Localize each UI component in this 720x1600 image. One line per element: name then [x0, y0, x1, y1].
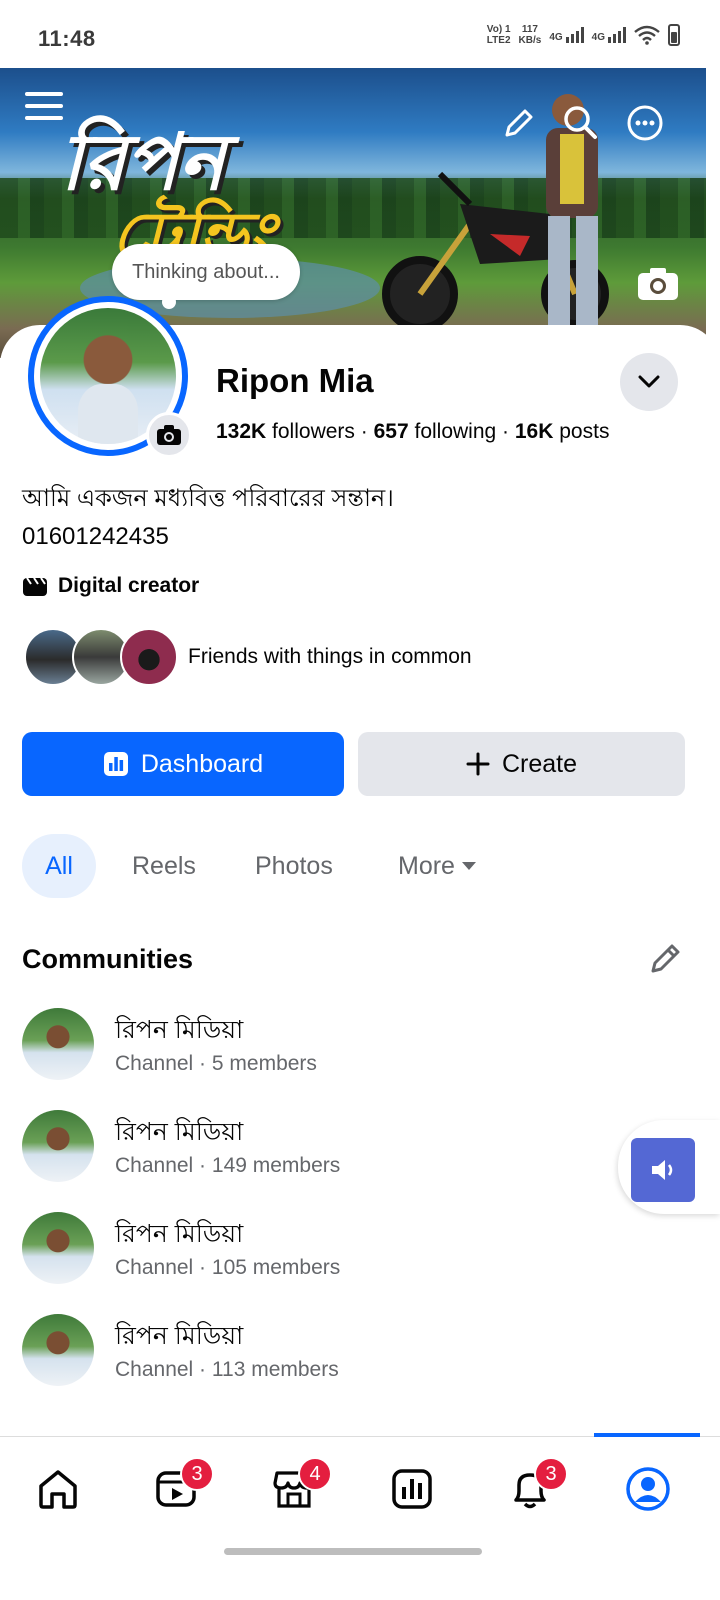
community-meta: Channel · 105 members	[115, 1256, 341, 1279]
home-indicator[interactable]	[224, 1548, 482, 1555]
status-time: 11:48	[38, 26, 96, 51]
friends-in-common[interactable]: Friends with things in common	[24, 628, 472, 686]
dashboard-icon	[103, 752, 128, 776]
chevron-down-icon	[638, 375, 660, 388]
list-item[interactable]: রিপন মিডিয়া Channel · 149 members	[22, 1110, 622, 1190]
edit-communities-icon[interactable]	[648, 942, 684, 978]
network-speed: 117 KB/s	[518, 24, 542, 46]
notifications-badge: 3	[534, 1457, 568, 1491]
home-icon	[39, 1470, 77, 1509]
status-bar: 11:48 Vo) 1 LTE2 117 KB/s 4G 4G	[0, 0, 720, 68]
followers-count[interactable]: 132K	[216, 420, 266, 443]
bio-phone: 01601242435	[22, 523, 169, 550]
dashboard-label: Dashboard	[140, 749, 264, 778]
nav-marketplace[interactable]: 4	[270, 1457, 332, 1513]
video-badge: 3	[180, 1457, 214, 1491]
dashboard-button[interactable]: Dashboard	[22, 732, 344, 796]
community-avatar	[22, 1008, 94, 1080]
profile-name: Ripon Mia	[216, 362, 374, 399]
profile-category: Digital creator	[22, 574, 199, 598]
community-name: রিপন মিডিয়া	[115, 1322, 244, 1350]
bio-line: আমি একজন মধ্যবিত্ত পরিবারের সন্তান।	[22, 485, 394, 512]
dashboard-icon	[392, 1469, 432, 1509]
following-count[interactable]: 657	[374, 420, 409, 443]
community-avatar	[22, 1212, 94, 1284]
signal-bars-icon	[608, 27, 626, 43]
more-options-icon[interactable]	[624, 102, 666, 144]
clapperboard-icon	[23, 577, 47, 596]
posts-count: 16K	[514, 420, 554, 443]
community-meta: Channel · 149 members	[115, 1154, 341, 1177]
bottom-navigation: 3 4 3	[0, 1433, 720, 1600]
status-icons: Vo) 1 LTE2 117 KB/s 4G 4G	[487, 24, 680, 46]
tab-all[interactable]: All	[22, 834, 96, 898]
profile-icon	[626, 1467, 670, 1511]
list-item[interactable]: রিপন মিডিয়া Channel · 113 members	[22, 1314, 622, 1394]
nav-dashboard[interactable]	[388, 1465, 436, 1513]
create-button[interactable]: Create	[358, 732, 685, 796]
friends-text: Friends with things in common	[188, 645, 472, 668]
community-name: রিপন মিডিয়া	[115, 1118, 244, 1146]
volte-indicator: Vo) 1 LTE2	[486, 24, 511, 46]
profile-bio: আমি একজন মধ্যবিত্ত পরিবারের সন্তান। 0160…	[22, 480, 394, 556]
signal-1: 4G	[549, 27, 584, 43]
category-label: Digital creator	[58, 574, 200, 597]
plus-icon	[466, 752, 490, 776]
profile-dropdown-button[interactable]	[620, 353, 678, 411]
tab-photos[interactable]: Photos	[255, 834, 333, 898]
nav-notifications[interactable]: 3	[506, 1457, 568, 1513]
tab-more-label: More	[398, 851, 455, 880]
signal-bars-icon	[565, 27, 584, 43]
communities-title: Communities	[22, 944, 194, 974]
community-avatar	[22, 1314, 94, 1386]
nav-home[interactable]	[34, 1465, 82, 1513]
tab-more[interactable]: More	[398, 834, 477, 898]
speaker-icon	[652, 1160, 673, 1180]
tab-reels[interactable]: Reels	[132, 834, 196, 898]
community-name: রিপন মিডিয়া	[115, 1220, 244, 1248]
list-item[interactable]: রিপন মিডিয়া Channel · 5 members	[22, 1008, 622, 1088]
list-item[interactable]: রিপন মিডিয়া Channel · 105 members	[22, 1212, 622, 1292]
camera-icon	[157, 425, 181, 445]
signal-2: 4G	[592, 27, 626, 43]
friend-avatar	[120, 628, 178, 686]
posts-label: posts	[559, 420, 610, 443]
profile-stats: 132K followers · 657 following · 16K pos…	[216, 420, 610, 443]
active-tab-indicator	[594, 1433, 700, 1437]
edit-icon[interactable]	[498, 104, 538, 144]
search-icon[interactable]	[560, 102, 600, 142]
create-label: Create	[501, 749, 578, 778]
wifi-icon	[634, 25, 660, 45]
floating-audio-button[interactable]	[618, 1120, 720, 1214]
followers-label[interactable]: followers	[272, 420, 355, 443]
community-name: রিপন মিডিয়া	[115, 1016, 244, 1044]
menu-icon[interactable]	[24, 86, 64, 126]
cover-camera-icon[interactable]	[634, 264, 682, 304]
community-avatar	[22, 1110, 94, 1182]
community-meta: Channel · 113 members	[115, 1358, 339, 1381]
caret-down-icon	[461, 862, 476, 870]
nav-profile[interactable]	[624, 1465, 672, 1513]
following-label[interactable]: following	[414, 420, 496, 443]
nav-video[interactable]: 3	[152, 1457, 214, 1513]
marketplace-badge: 4	[298, 1457, 332, 1491]
avatar-camera-button[interactable]	[146, 412, 192, 458]
thinking-bubble[interactable]: Thinking about...	[112, 244, 300, 309]
community-meta: Channel · 5 members	[115, 1052, 317, 1075]
battery-icon	[668, 24, 680, 46]
